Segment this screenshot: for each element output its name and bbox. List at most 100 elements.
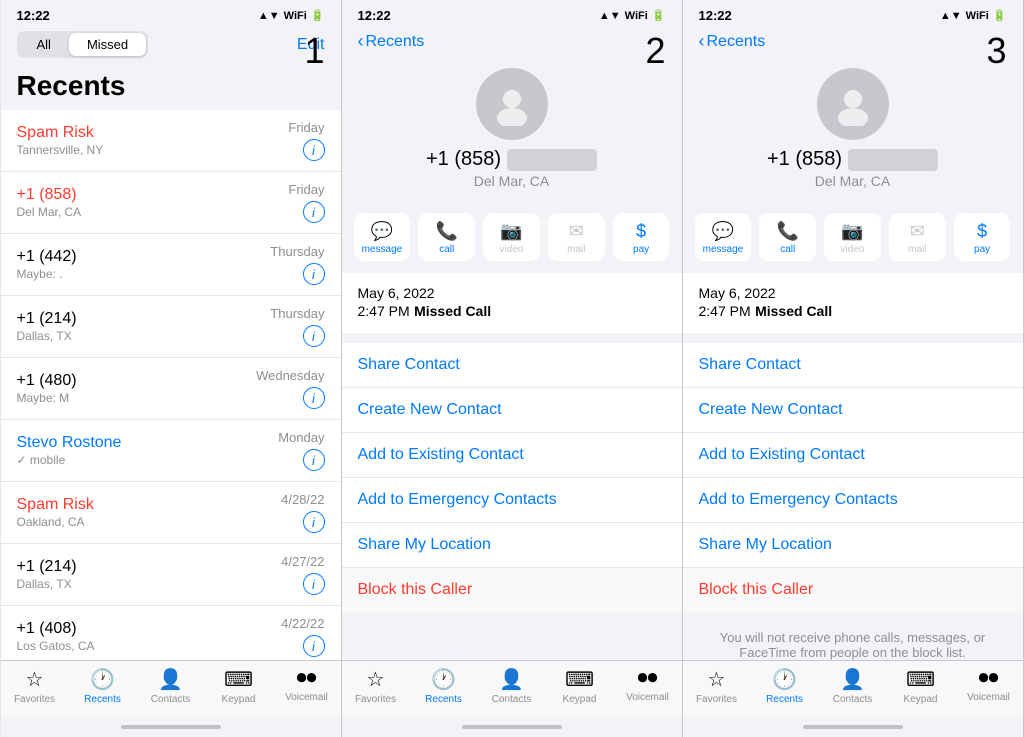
back-button[interactable]: ‹ Recents bbox=[358, 31, 425, 52]
call-button-3[interactable]: 📞 call bbox=[759, 213, 816, 261]
message-label-3: message bbox=[703, 244, 744, 255]
share-location-option[interactable]: Share My Location bbox=[342, 523, 682, 568]
list-item[interactable]: +1 (214) Dallas, TX 4/27/22 i bbox=[1, 544, 341, 606]
block-caller-option[interactable]: Block this Caller bbox=[342, 568, 682, 612]
info-icon[interactable]: i bbox=[303, 201, 325, 223]
nav-bar: All Missed Edit bbox=[1, 27, 341, 66]
recents-icon: 🕐 bbox=[90, 667, 115, 692]
add-existing-option[interactable]: Add to Existing Contact bbox=[342, 433, 682, 478]
list-item[interactable]: Stevo Rostone ✓ mobile Monday i bbox=[1, 420, 341, 482]
contact-sub: Maybe: . bbox=[17, 267, 271, 281]
create-contact-option-3[interactable]: Create New Contact bbox=[683, 388, 1023, 433]
message-label: message bbox=[362, 244, 403, 255]
share-location-option-3[interactable]: Share My Location bbox=[683, 523, 1023, 568]
wifi-icon: WiFi bbox=[284, 10, 307, 22]
tab-recents[interactable]: 🕐 Recents bbox=[69, 667, 137, 705]
info-icon[interactable]: i bbox=[303, 511, 325, 533]
pay-button[interactable]: $ pay bbox=[613, 213, 670, 261]
signal-icon: ▲▼ bbox=[599, 10, 621, 22]
tab-voicemail[interactable]: ⏺⏺ Voicemail bbox=[614, 667, 682, 705]
status-icons-2: ▲▼ WiFi 🔋 bbox=[599, 9, 666, 22]
info-icon[interactable]: i bbox=[303, 263, 325, 285]
call-label-3: call bbox=[780, 244, 795, 255]
tab-label: Recents bbox=[425, 694, 462, 705]
tab-label: Favorites bbox=[14, 694, 55, 705]
tab-label: Keypad bbox=[563, 694, 597, 705]
share-contact-option-3[interactable]: Share Contact bbox=[683, 343, 1023, 388]
tab-keypad[interactable]: ⌨ Keypad bbox=[205, 667, 273, 705]
segment-missed[interactable]: Missed bbox=[69, 33, 146, 56]
video-button-3[interactable]: 📷 video bbox=[824, 213, 881, 261]
star-icon: ☆ bbox=[367, 667, 385, 692]
contact-name: Stevo Rostone bbox=[17, 434, 279, 452]
segment-control[interactable]: All Missed bbox=[17, 31, 149, 58]
info-icon[interactable]: i bbox=[303, 387, 325, 409]
contacts-icon-3: 👤 bbox=[840, 667, 865, 692]
call-date: Monday bbox=[278, 430, 324, 445]
tab-contacts[interactable]: 👤 Contacts bbox=[478, 667, 546, 705]
tab-contacts-3[interactable]: 👤 Contacts bbox=[819, 667, 887, 705]
call-time-3: 2:47 PM bbox=[699, 303, 751, 319]
voicemail-icon: ⏺⏺ bbox=[297, 667, 317, 690]
list-item[interactable]: Spam Risk Tannersville, NY Friday i bbox=[1, 110, 341, 172]
tab-label-3: Favorites bbox=[696, 694, 737, 705]
battery-icon: 🔋 bbox=[311, 9, 325, 22]
tab-contacts[interactable]: 👤 Contacts bbox=[137, 667, 205, 705]
time-3: 12:22 bbox=[699, 8, 732, 23]
tab-keypad[interactable]: ⌨ Keypad bbox=[546, 667, 614, 705]
back-button[interactable]: ‹ Recents bbox=[699, 31, 766, 52]
battery-icon: 🔋 bbox=[993, 9, 1007, 22]
wifi-icon: WiFi bbox=[625, 10, 648, 22]
call-date: Friday bbox=[288, 120, 324, 135]
mail-button[interactable]: ✉ mail bbox=[548, 213, 605, 261]
add-emergency-option[interactable]: Add to Emergency Contacts bbox=[342, 478, 682, 523]
contact-name: +1 (214) bbox=[17, 558, 282, 576]
contact-number-3: +1 (858) bbox=[767, 148, 938, 171]
contact-name: +1 (408) bbox=[17, 620, 282, 638]
video-button[interactable]: 📷 video bbox=[483, 213, 540, 261]
tab-label: Contacts bbox=[151, 694, 190, 705]
list-item[interactable]: Spam Risk Oakland, CA 4/28/22 i bbox=[1, 482, 341, 544]
mail-label-3: mail bbox=[908, 244, 926, 255]
create-contact-option[interactable]: Create New Contact bbox=[342, 388, 682, 433]
battery-icon: 🔋 bbox=[652, 9, 666, 22]
tab-voicemail[interactable]: ⏺⏺ Voicemail bbox=[273, 667, 341, 705]
info-icon[interactable]: i bbox=[303, 325, 325, 347]
message-button[interactable]: 💬 message bbox=[354, 213, 411, 261]
tab-keypad-3[interactable]: ⌨ Keypad bbox=[887, 667, 955, 705]
tab-recents[interactable]: 🕐 Recents bbox=[410, 667, 478, 705]
info-icon[interactable]: i bbox=[303, 139, 325, 161]
nav-back-3: ‹ Recents bbox=[683, 27, 1023, 56]
info-icon[interactable]: i bbox=[303, 635, 325, 657]
segment-all[interactable]: All bbox=[19, 33, 69, 56]
pay-button-3[interactable]: $ pay bbox=[954, 213, 1011, 261]
nav-back-2: ‹ Recents bbox=[342, 27, 682, 56]
tab-bar: ☆ Favorites 🕐 Recents 👤 Contacts ⌨ Keypa… bbox=[1, 660, 341, 717]
tab-favorites[interactable]: ☆ Favorites bbox=[342, 667, 410, 705]
add-emergency-option-3[interactable]: Add to Emergency Contacts bbox=[683, 478, 1023, 523]
call-date-display: May 6, 2022 bbox=[358, 285, 666, 301]
tab-favorites[interactable]: ☆ Favorites bbox=[1, 667, 69, 705]
call-date: Friday bbox=[288, 182, 324, 197]
list-item[interactable]: +1 (858) Del Mar, CA Friday i bbox=[1, 172, 341, 234]
tab-favorites-3[interactable]: ☆ Favorites bbox=[683, 667, 751, 705]
contact-sub: ✓ mobile bbox=[17, 453, 279, 467]
message-button-3[interactable]: 💬 message bbox=[695, 213, 752, 261]
mail-button-3[interactable]: ✉ mail bbox=[889, 213, 946, 261]
share-contact-option[interactable]: Share Contact bbox=[342, 343, 682, 388]
add-existing-option-3[interactable]: Add to Existing Contact bbox=[683, 433, 1023, 478]
info-icon[interactable]: i bbox=[303, 449, 325, 471]
mail-label: mail bbox=[567, 244, 585, 255]
pay-label-3: pay bbox=[974, 244, 990, 255]
list-item[interactable]: +1 (214) Dallas, TX Thursday i bbox=[1, 296, 341, 358]
time-1: 12:22 bbox=[17, 8, 50, 23]
info-icon[interactable]: i bbox=[303, 573, 325, 595]
tab-voicemail-3[interactable]: ⏺⏺ Voicemail bbox=[955, 667, 1023, 705]
block-caller-option-3[interactable]: Block this Caller bbox=[683, 568, 1023, 612]
list-item[interactable]: +1 (442) Maybe: . Thursday i bbox=[1, 234, 341, 296]
contact-sub: Oakland, CA bbox=[17, 515, 282, 529]
list-item[interactable]: +1 (408) Los Gatos, CA 4/22/22 i bbox=[1, 606, 341, 660]
list-item[interactable]: +1 (480) Maybe: M Wednesday i bbox=[1, 358, 341, 420]
tab-recents-3[interactable]: 🕐 Recents bbox=[751, 667, 819, 705]
call-button[interactable]: 📞 call bbox=[418, 213, 475, 261]
